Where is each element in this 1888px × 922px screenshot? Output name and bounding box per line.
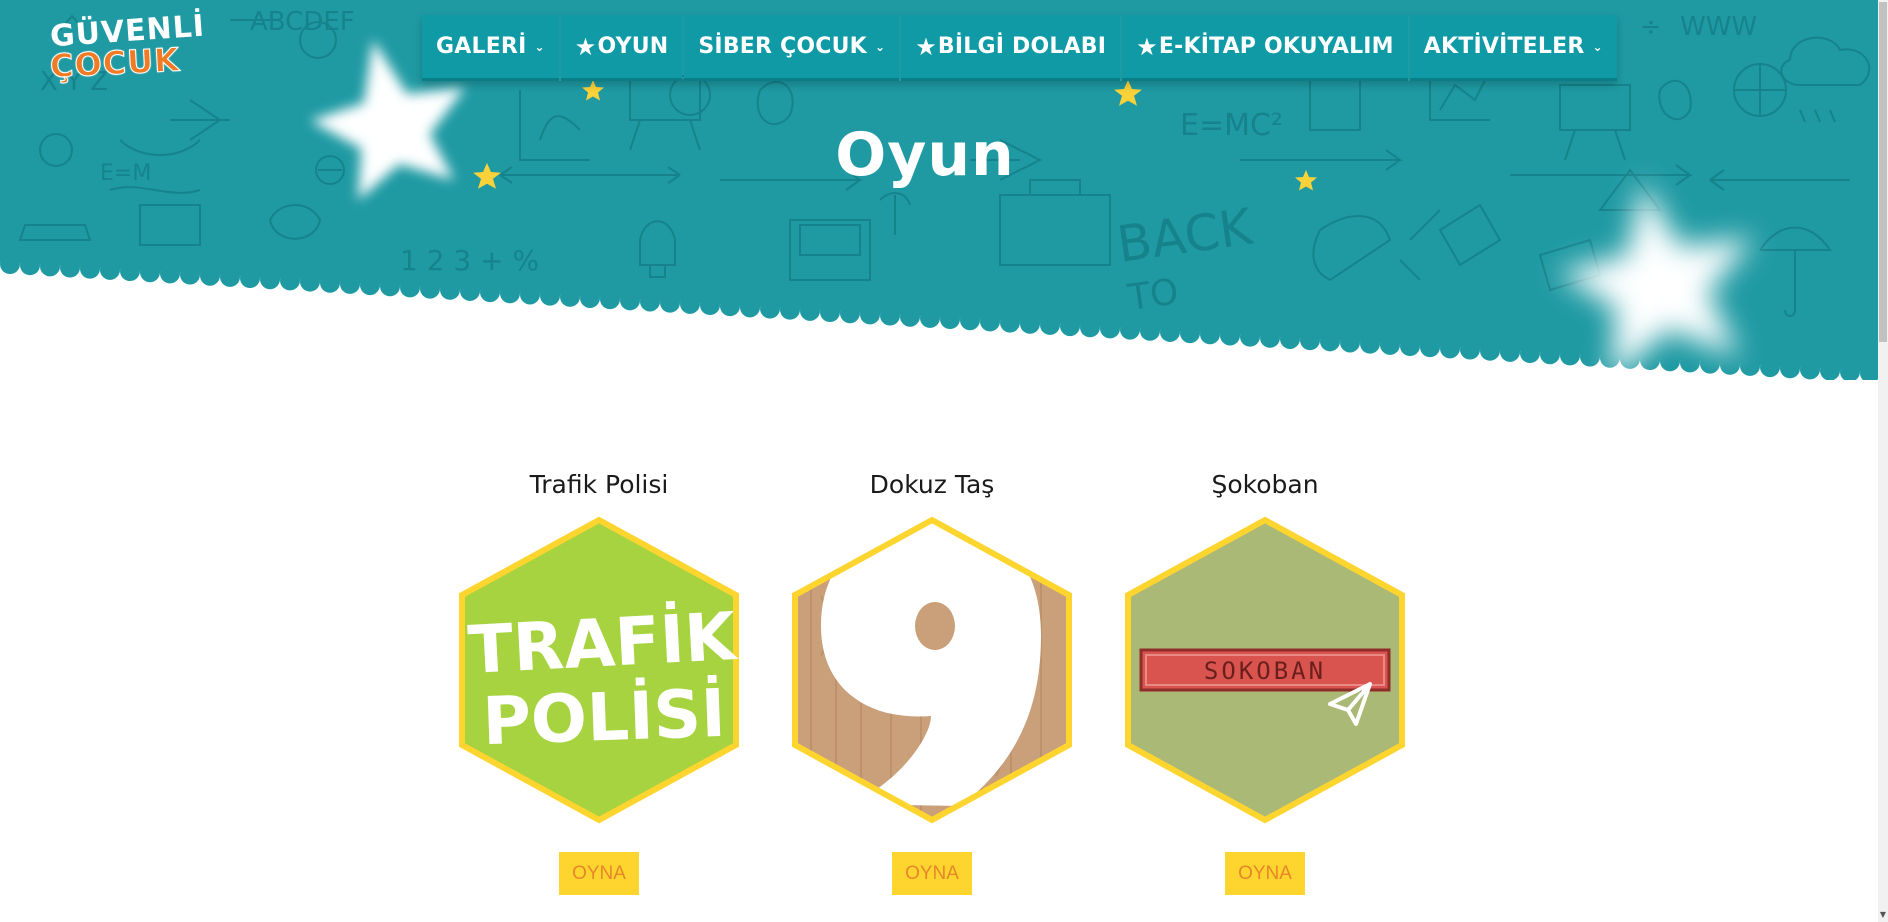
main-nav: GALERİ ⌄ ★ OYUN SİBER ÇOCUK ⌄ ★ BİLGİ DOLABI ★ E-…	[422, 15, 1617, 81]
site-logo[interactable]: GÜVENLİ ÇOCUK	[49, 9, 207, 86]
nav-item-bi-lgi-dolabi[interactable]: ★ BİLGİ DOLABI	[901, 15, 1121, 81]
thumbnail-text: 9	[791, 516, 792, 517]
game-thumbnail-sokoban[interactable]: SOKOBAN	[1124, 516, 1406, 824]
game-title: Şokoban	[1211, 470, 1319, 499]
thumbnail-text: SOKOBAN	[1204, 657, 1326, 685]
svg-text:TO: TO	[1125, 271, 1182, 319]
svg-text:1 2 3 + %: 1 2 3 + %	[400, 244, 539, 277]
nav-item-akti-vi-teler[interactable]: AKTİVİTELER ⌄	[1409, 15, 1617, 81]
nav-item-e-ki-tap-okuyalim[interactable]: ★ E-KİTAP OKUYALIM	[1122, 15, 1408, 81]
nav-item-galeri[interactable]: GALERİ ⌄	[422, 15, 559, 81]
nav-item-label: AKTİVİTELER	[1423, 34, 1585, 59]
game-title: Dokuz Taş	[869, 470, 995, 499]
nav-item-si-ber-ocuk[interactable]: SİBER ÇOCUK ⌄	[684, 15, 900, 81]
game-title: Trafik Polisi	[529, 470, 669, 499]
svg-text:WWW: WWW	[1680, 12, 1757, 42]
game-card-sokoban: Şokoban SOKOBAN OYNA	[1124, 468, 1406, 895]
svg-text:ABCDEF: ABCDEF	[250, 7, 355, 37]
svg-text:÷: ÷	[1640, 12, 1662, 42]
scroll-down-arrow-icon[interactable]: ▼	[1878, 910, 1888, 920]
game-thumbnail-trafik-polisi[interactable]: TRAFİK POLİSİ	[458, 516, 740, 824]
nav-item-oyun[interactable]: ★ OYUN	[560, 15, 683, 81]
star-icon: ★	[915, 32, 937, 61]
star-icon: ★	[574, 32, 597, 61]
chevron-down-icon: ⌄	[874, 39, 886, 54]
logo-text-bottom: ÇOCUK	[49, 40, 182, 86]
chevron-down-icon: ⌄	[1592, 39, 1603, 54]
page-scrollbar[interactable]: ▼	[1878, 0, 1888, 922]
scrollbar-thumb[interactable]	[1879, 2, 1887, 342]
hero-banner: ABCDEF X Y Z 1 2 3 + % BACK TO E=MC² E=M…	[0, 0, 1878, 380]
thumbnail-text-line2: POLİSİ	[481, 675, 727, 760]
play-button[interactable]: OYNA	[892, 852, 972, 895]
game-card-dokuz-tas: Dokuz Taş 9 OYNA	[791, 468, 1073, 895]
nav-item-label: OYUN	[597, 34, 669, 59]
chevron-down-icon: ⌄	[534, 39, 545, 54]
page-title: Oyun	[835, 120, 1015, 190]
game-card-trafik-polisi: Trafik Polisi TRAFİK POLİSİ OYNA	[458, 468, 740, 895]
game-thumbnail-dokuz-tas[interactable]: 9	[791, 516, 1073, 824]
nav-item-label: E-KİTAP OKUYALIM	[1158, 34, 1394, 59]
star-icon: ★	[1136, 32, 1158, 61]
play-button[interactable]: OYNA	[1225, 852, 1305, 895]
nav-item-label: SİBER ÇOCUK	[698, 34, 867, 59]
play-button[interactable]: OYNA	[559, 852, 639, 895]
nav-item-label: BİLGİ DOLABI	[937, 34, 1107, 59]
nav-item-label: GALERİ	[436, 34, 527, 59]
